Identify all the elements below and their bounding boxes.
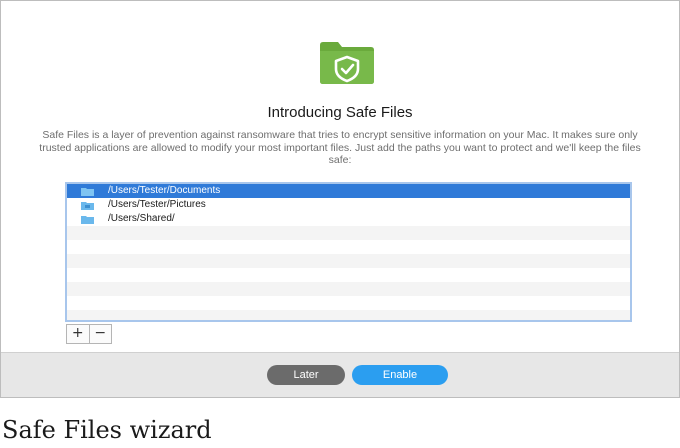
safe-files-window: Introducing Safe Files Safe Files is a l… xyxy=(0,0,680,398)
later-button[interactable]: Later xyxy=(267,365,345,385)
path-row[interactable]: /Users/Shared/ xyxy=(67,212,630,226)
path-label: /Users/Shared/ xyxy=(108,213,175,224)
path-label: /Users/Tester/Documents xyxy=(108,185,221,196)
path-label: /Users/Tester/Pictures xyxy=(108,199,206,210)
empty-row xyxy=(67,226,630,240)
figure-caption: Safe Files wizard xyxy=(2,416,212,444)
empty-row xyxy=(67,296,630,310)
dialog-footer: Later Enable xyxy=(1,352,679,397)
remove-path-button[interactable]: − xyxy=(88,325,112,343)
empty-row xyxy=(67,310,630,320)
dialog-title: Introducing Safe Files xyxy=(267,104,413,121)
path-row[interactable]: /Users/Tester/Documents xyxy=(67,184,630,198)
folder-shield-icon xyxy=(320,42,374,84)
folder-icon xyxy=(81,202,94,210)
add-path-button[interactable]: + xyxy=(67,325,89,343)
empty-row xyxy=(67,282,630,296)
empty-row xyxy=(67,268,630,282)
folder-icon xyxy=(81,216,94,224)
enable-button[interactable]: Enable xyxy=(352,365,448,385)
folder-icon xyxy=(81,188,94,196)
empty-row xyxy=(67,254,630,268)
path-row[interactable]: /Users/Tester/Pictures xyxy=(67,198,630,212)
protected-paths-list[interactable]: /Users/Tester/Documents /Users/Tester/Pi… xyxy=(65,182,632,322)
empty-row xyxy=(67,240,630,254)
dialog-description: Safe Files is a layer of prevention agai… xyxy=(39,129,641,166)
add-remove-stepper: + − xyxy=(66,324,112,344)
